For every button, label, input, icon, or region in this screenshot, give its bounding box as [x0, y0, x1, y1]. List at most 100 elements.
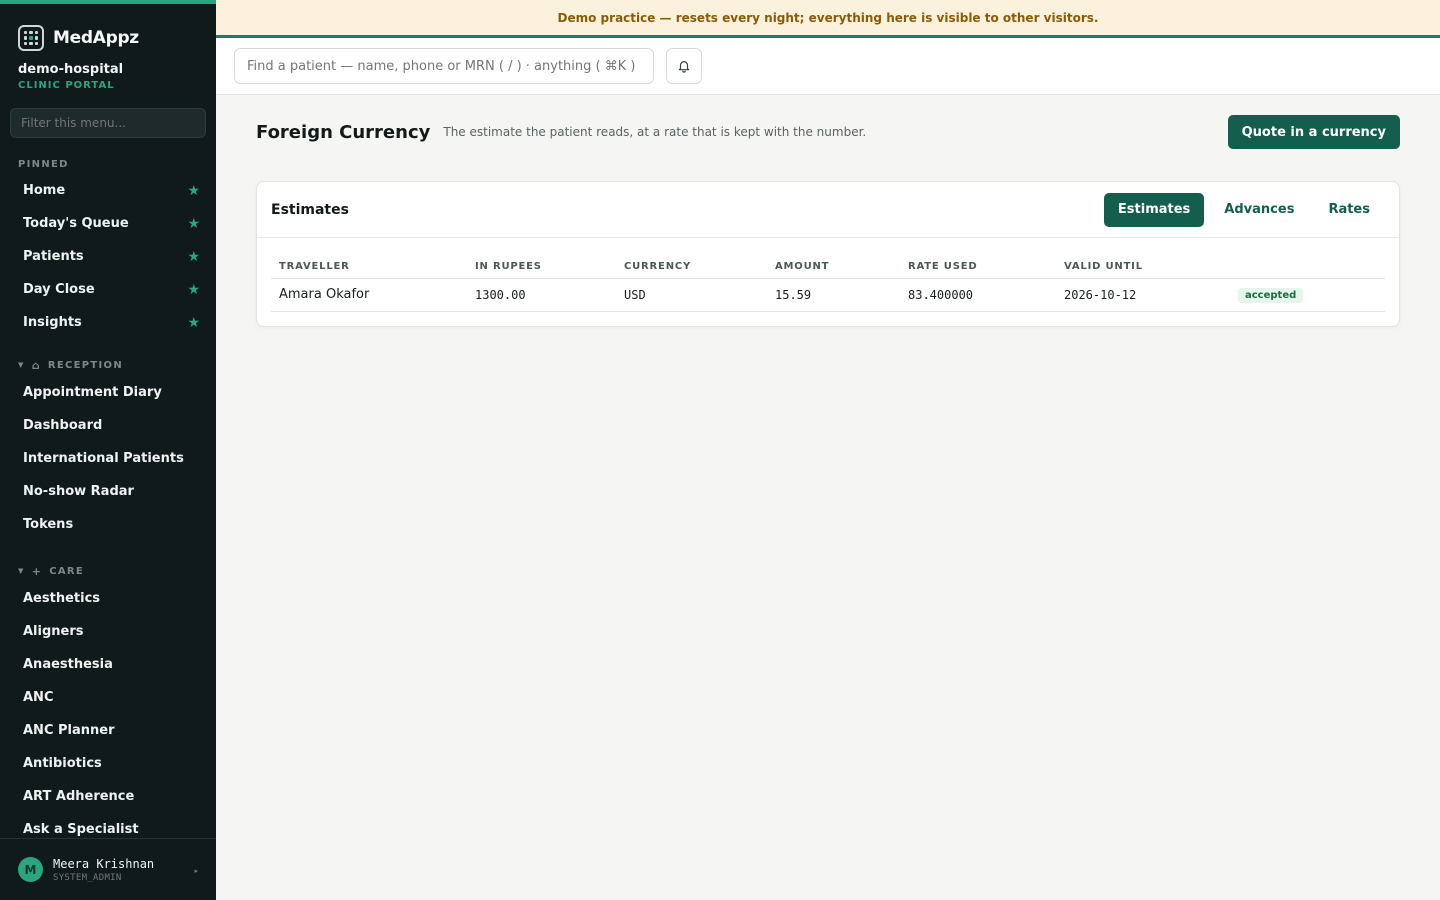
- section-label-reception: RECEPTION: [47, 359, 124, 371]
- column-header-valid-until[interactable]: VALID UNTIL: [1056, 256, 1230, 279]
- sidebar-item-antibiotics[interactable]: Antibiotics: [0, 747, 216, 780]
- sidebar-item-appointment-diary[interactable]: Appointment Diary: [0, 376, 216, 409]
- card-header: Estimates Estimates Advances Rates: [257, 182, 1399, 238]
- user-name: Meera Krishnan: [53, 856, 155, 871]
- sidebar-item-international-patients[interactable]: International Patients: [0, 442, 216, 475]
- sidebar-item-label: International Patients: [23, 451, 184, 466]
- sidebar: MedAppz demo-hospital CLINIC PORTAL PINN…: [0, 0, 216, 900]
- cell-valid-until: 2026-10-12: [1056, 278, 1230, 312]
- star-icon[interactable]: ★: [187, 282, 200, 298]
- building-icon: ⌂: [31, 358, 41, 372]
- demo-banner: Demo practice — resets every night; ever…: [216, 0, 1440, 38]
- column-header-traveller[interactable]: TRAVELLER: [271, 256, 467, 279]
- estimates-card: Estimates Estimates Advances Rates TRAVE…: [256, 181, 1400, 327]
- star-icon[interactable]: ★: [187, 183, 200, 199]
- cell-amount: 15.59: [767, 278, 900, 312]
- demo-banner-text: Demo practice — resets every night; ever…: [557, 10, 1099, 25]
- section-label-pinned: PINNED: [18, 158, 69, 170]
- column-header-rate-used[interactable]: RATE USED: [900, 256, 1056, 279]
- sidebar-item-tokens[interactable]: Tokens: [0, 508, 216, 541]
- sidebar-item-label: Home: [23, 183, 66, 198]
- sidebar-item-label: ANC Planner: [23, 723, 115, 738]
- user-role: SYSTEM_ADMIN: [53, 872, 122, 883]
- care-list: Aesthetics Aligners Anaesthesia ANC ANC …: [0, 582, 216, 846]
- tab-rates[interactable]: Rates: [1314, 193, 1384, 227]
- user-info: Meera Krishnan SYSTEM_ADMIN: [53, 857, 154, 883]
- cell-traveller: Amara Okafor: [271, 278, 467, 312]
- sidebar-item-anc[interactable]: ANC: [0, 681, 216, 714]
- sidebar-item-todays-queue[interactable]: Today's Queue ★: [0, 207, 216, 240]
- sidebar-item-label: Today's Queue: [23, 216, 129, 231]
- tab-advances[interactable]: Advances: [1210, 193, 1308, 227]
- tab-estimates[interactable]: Estimates: [1103, 192, 1205, 227]
- sidebar-item-label: Appointment Diary: [23, 385, 162, 400]
- sidebar-item-label: Anaesthesia: [23, 657, 113, 672]
- sidebar-item-patients[interactable]: Patients ★: [0, 240, 216, 273]
- section-header-reception[interactable]: ▼ ⌂ RECEPTION: [0, 358, 216, 372]
- sidebar-item-label: Day Close: [23, 282, 95, 297]
- chevron-right-icon: ▸: [194, 867, 198, 875]
- column-header-in-rupees[interactable]: IN RUPEES: [467, 256, 616, 279]
- sidebar-item-label: Aligners: [23, 624, 84, 639]
- sidebar-item-label: Aesthetics: [23, 591, 101, 606]
- sidebar-item-insights[interactable]: Insights ★: [0, 306, 216, 339]
- star-icon[interactable]: ★: [187, 216, 200, 232]
- sidebar-item-anaesthesia[interactable]: Anaesthesia: [0, 648, 216, 681]
- pinned-list: Home ★ Today's Queue ★ Patients ★ Day Close…: [0, 174, 216, 339]
- org-info: demo-hospital CLINIC PORTAL: [0, 58, 216, 91]
- card-title: Estimates: [271, 201, 349, 218]
- cell-rate-used: 83.400000: [900, 278, 1056, 312]
- page-header: Foreign Currency The estimate the patien…: [256, 115, 1400, 149]
- sidebar-item-label: Insights: [23, 315, 82, 330]
- cell-in-rupees: 1300.00: [467, 278, 616, 312]
- user-menu[interactable]: M Meera Krishnan SYSTEM_ADMIN ▸: [0, 838, 216, 900]
- patient-search-input[interactable]: [234, 48, 654, 84]
- table-row[interactable]: Amara Okafor 1300.00 USD 15.59 83.400000…: [271, 278, 1385, 312]
- app-name: MedAppz: [53, 28, 139, 48]
- plus-icon: +: [31, 564, 43, 578]
- menu-filter-input[interactable]: [10, 108, 206, 138]
- column-header-amount[interactable]: AMOUNT: [767, 256, 900, 279]
- status-badge: accepted: [1238, 287, 1304, 303]
- sidebar-item-aligners[interactable]: Aligners: [0, 615, 216, 648]
- section-label-care: CARE: [49, 565, 85, 577]
- sidebar-item-label: No-show Radar: [23, 484, 134, 499]
- avatar: M: [18, 857, 43, 882]
- sidebar-item-label: Patients: [23, 249, 84, 264]
- sidebar-item-label: Dashboard: [23, 418, 103, 433]
- brand[interactable]: MedAppz: [0, 4, 216, 58]
- section-header-care[interactable]: ▼ + CARE: [0, 564, 216, 578]
- quote-in-currency-button[interactable]: Quote in a currency: [1227, 115, 1400, 149]
- sidebar-item-aesthetics[interactable]: Aesthetics: [0, 582, 216, 615]
- sidebar-item-day-close[interactable]: Day Close ★: [0, 273, 216, 306]
- sidebar-item-home[interactable]: Home ★: [0, 174, 216, 207]
- org-subtitle: CLINIC PORTAL: [18, 80, 115, 91]
- star-icon[interactable]: ★: [187, 315, 200, 331]
- org-name: demo-hospital: [18, 62, 124, 77]
- sidebar-item-no-show-radar[interactable]: No-show Radar: [0, 475, 216, 508]
- sidebar-item-label: ANC: [23, 690, 54, 705]
- star-icon[interactable]: ★: [187, 249, 200, 265]
- table-header-row: TRAVELLER IN RUPEES CURRENCY AMOUNT RATE…: [271, 256, 1385, 279]
- reception-list: Appointment Diary Dashboard Internationa…: [0, 376, 216, 541]
- cell-status: accepted: [1230, 278, 1385, 312]
- bell-icon: [678, 61, 690, 73]
- sidebar-item-art-adherence[interactable]: ART Adherence: [0, 780, 216, 813]
- sidebar-item-label: ART Adherence: [23, 789, 135, 804]
- tab-bar: Estimates Advances Rates: [1103, 192, 1384, 227]
- sidebar-item-dashboard[interactable]: Dashboard: [0, 409, 216, 442]
- column-header-status: [1230, 256, 1385, 279]
- topbar: [216, 38, 1440, 95]
- sidebar-item-label: Antibiotics: [23, 756, 102, 771]
- sidebar-item-anc-planner[interactable]: ANC Planner: [0, 714, 216, 747]
- page-description: The estimate the patient reads, at a rat…: [443, 125, 867, 139]
- caret-down-icon: ▼: [18, 361, 25, 369]
- column-header-currency[interactable]: CURRENCY: [616, 256, 767, 279]
- page-title: Foreign Currency: [256, 121, 431, 143]
- notifications-button[interactable]: [666, 48, 702, 84]
- sidebar-item-label: Tokens: [23, 517, 74, 532]
- sidebar-item-label: Ask a Specialist: [23, 822, 139, 837]
- estimates-table: TRAVELLER IN RUPEES CURRENCY AMOUNT RATE…: [271, 256, 1385, 312]
- app-logo-icon: [18, 25, 44, 51]
- cell-currency: USD: [616, 278, 767, 312]
